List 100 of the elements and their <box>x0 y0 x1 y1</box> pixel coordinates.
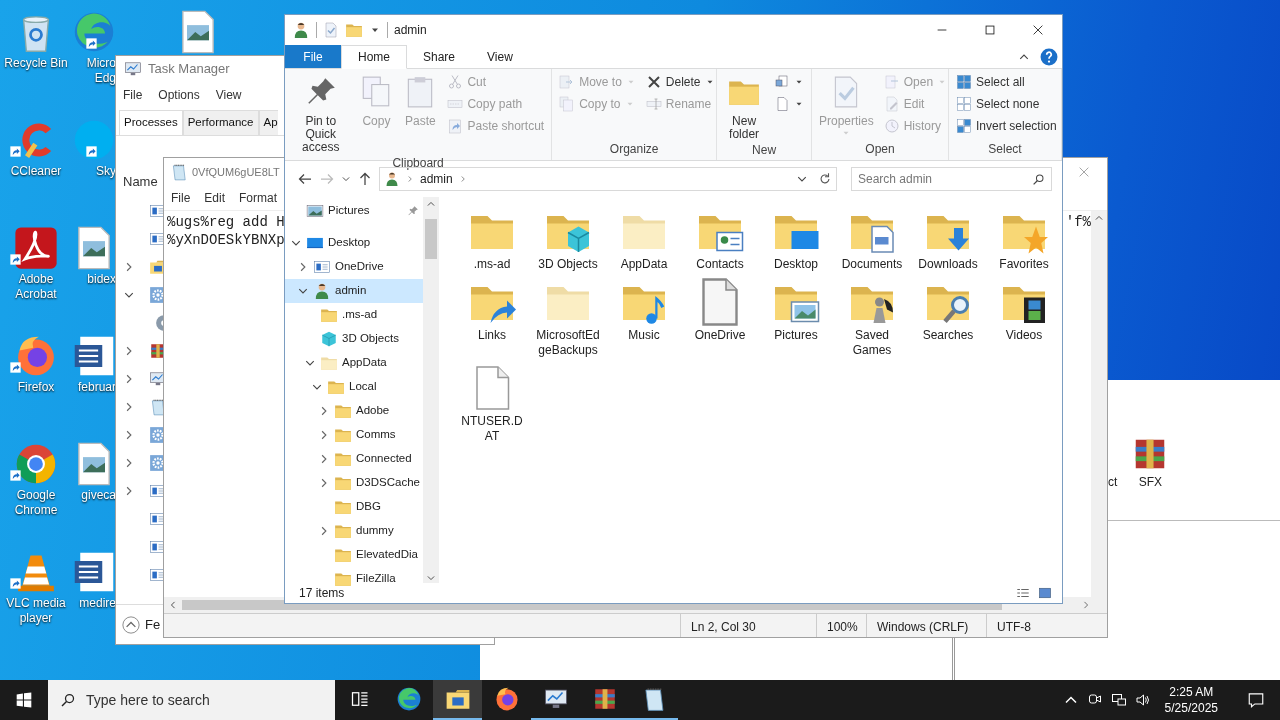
column-header[interactable]: Name <box>123 174 158 189</box>
tree-item[interactable]: dummy <box>285 519 423 543</box>
ribbon-tab[interactable]: View <box>471 45 529 68</box>
file-item[interactable]: OneDrive <box>682 278 758 358</box>
ribbon-button[interactable]: Select none <box>953 93 1060 115</box>
close-icon[interactable] <box>1031 23 1045 37</box>
folder-item[interactable]: Documents <box>834 207 910 272</box>
chevron-right-icon <box>1081 600 1091 610</box>
status-text: Windows (CRLF) <box>866 614 986 637</box>
folder-item[interactable]: .ms-ad <box>454 207 530 272</box>
chevron-right-icon <box>406 175 414 183</box>
up-arrow-icon[interactable] <box>357 171 373 187</box>
tree-item[interactable]: Desktop <box>285 231 423 255</box>
file-label: ct <box>1108 474 1118 491</box>
tree-item[interactable]: AppData <box>285 351 423 375</box>
folder-item[interactable]: Downloads <box>910 207 986 272</box>
chevron-left-icon <box>168 600 178 610</box>
ribbon-button[interactable]: New folder <box>721 71 767 141</box>
tree-item[interactable]: .ms-ad <box>285 303 423 327</box>
tree-item[interactable]: Comms <box>285 423 423 447</box>
placeholder: Search admin <box>858 171 933 188</box>
folder-item[interactable]: 3D Objects <box>530 207 606 272</box>
group-label: New <box>751 142 778 159</box>
notepad-icon <box>170 163 188 181</box>
folder-item[interactable]: Saved Games <box>834 278 910 358</box>
scissors-icon <box>447 74 464 90</box>
folder-item[interactable]: MicrosoftEdgeBackups <box>530 278 606 358</box>
file-item[interactable]: NTUSER.DAT <box>454 364 530 444</box>
group-label: Organize <box>608 141 660 158</box>
tab[interactable]: Performance <box>182 110 259 135</box>
ribbon-button[interactable]: Select all <box>953 71 1060 93</box>
folder-item[interactable]: Pictures <box>758 278 834 358</box>
clock-icon <box>883 118 900 134</box>
help-icon <box>1040 47 1058 66</box>
folder-item[interactable]: Music <box>606 278 682 358</box>
menu-item[interactable]: Format <box>239 189 278 207</box>
ribbon-button[interactable]: Invert selection <box>953 115 1060 137</box>
network-icon[interactable] <box>1110 692 1127 708</box>
ribbon-button[interactable]: Pin to Quick access <box>289 71 353 154</box>
windows-logo-icon <box>15 691 33 709</box>
menu-item[interactable]: File <box>171 189 191 207</box>
folder-icon <box>334 426 352 444</box>
folder-item[interactable]: Links <box>454 278 530 358</box>
time-text: 2:25 AM <box>1168 684 1215 700</box>
menu-item[interactable]: File <box>123 86 143 104</box>
tree-item[interactable]: OneDrive <box>285 255 423 279</box>
menu-item[interactable]: View <box>215 86 242 104</box>
new-item-icon <box>774 74 790 90</box>
taskbar-button[interactable] <box>433 680 482 720</box>
wave-logo-icon <box>395 686 422 712</box>
maximize-icon[interactable] <box>983 23 997 37</box>
placeholder: Type here to search <box>86 690 210 710</box>
folder-item[interactable]: AppData <box>606 207 682 272</box>
text-line: %ugs%reg add H <box>167 213 285 231</box>
ribbon-button[interactable]: Delete <box>642 71 718 93</box>
tree-item[interactable]: Connected <box>285 447 423 471</box>
edit-icon <box>883 96 900 112</box>
back-arrow-icon[interactable] <box>297 171 313 187</box>
tab[interactable]: Processes <box>119 110 183 135</box>
ribbon-tab[interactable]: Share <box>407 45 472 68</box>
tree-item[interactable]: Adobe <box>285 399 423 423</box>
group-label: Select <box>987 141 1023 158</box>
folder-icon <box>320 306 338 324</box>
group-label: Open <box>864 141 896 158</box>
file-menu-tab[interactable]: File <box>285 45 341 68</box>
chevron-down-icon <box>426 573 436 583</box>
tree-item[interactable]: ElevatedDia <box>285 543 423 567</box>
folder-item[interactable]: Searches <box>910 278 986 358</box>
tree-item[interactable]: Pictures <box>285 199 423 223</box>
clock[interactable]: 2:25 AM 5/25/2025 <box>1158 684 1224 716</box>
picture-icon <box>306 202 324 220</box>
flame-globe-icon <box>493 686 520 712</box>
search-field[interactable]: Search admin <box>851 167 1052 191</box>
status-text: 100% <box>816 614 866 637</box>
folder-item[interactable]: Desktop <box>758 207 834 272</box>
folder-icon <box>334 450 352 468</box>
tree-item[interactable]: 3D Objects <box>285 327 423 351</box>
ribbon-tab[interactable]: Home <box>341 45 407 69</box>
scrollbar-thumb[interactable] <box>425 219 437 259</box>
folder-item[interactable]: Videos <box>986 278 1062 358</box>
wave-logo-icon <box>72 10 116 54</box>
chevron-up-icon <box>426 199 436 209</box>
details-toggle[interactable]: Fe <box>145 614 161 635</box>
document-copy-icon <box>559 96 576 112</box>
app-window-icon <box>313 258 331 276</box>
tree-item[interactable]: DBG <box>285 495 423 519</box>
tree-item[interactable]: Local <box>285 375 423 399</box>
monitor-chart-icon <box>124 60 142 78</box>
breadcrumb[interactable]: admin <box>420 170 453 188</box>
search-field[interactable]: Type here to search <box>48 680 335 720</box>
tree-item[interactable]: D3DSCache <box>285 471 423 495</box>
large-icons-view-icon <box>1038 586 1052 600</box>
menu-item[interactable]: Edit <box>204 189 226 207</box>
user-icon <box>313 282 331 300</box>
menu-item[interactable]: Options <box>158 86 200 104</box>
new-document-icon <box>774 96 790 112</box>
folder-item[interactable]: Contacts <box>682 207 758 272</box>
speaker-icon[interactable] <box>1134 692 1151 708</box>
tree-item[interactable]: admin <box>285 279 423 303</box>
folder-item[interactable]: Favorites <box>986 207 1062 272</box>
